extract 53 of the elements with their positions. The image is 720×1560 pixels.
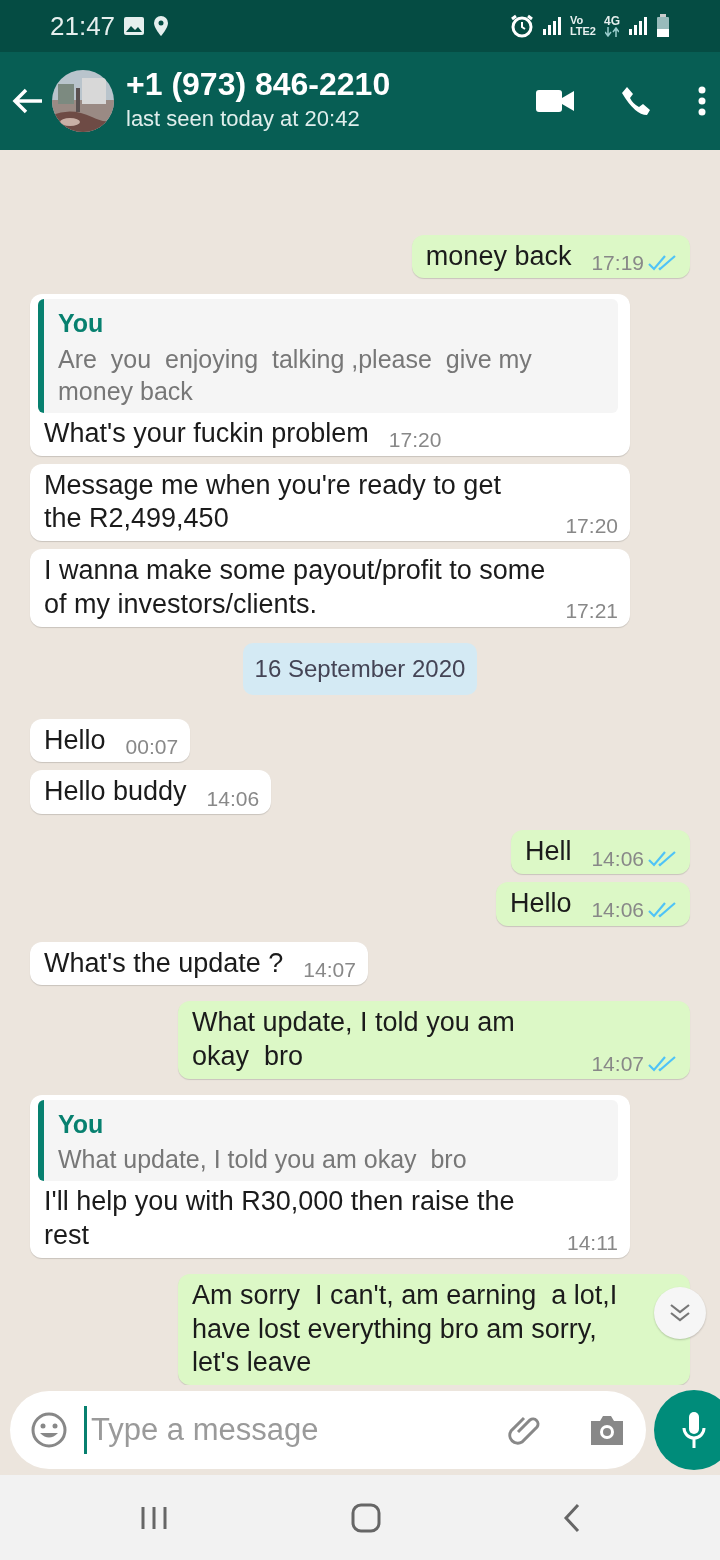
video-call-icon[interactable] (536, 88, 574, 114)
message-text: What update, I told you am okay bro (192, 1006, 516, 1073)
message-time: 14:07 (303, 957, 356, 983)
message-text: What's your fuckin problem (44, 416, 369, 450)
double-chevron-icon (669, 1303, 691, 1323)
volte-label: LTE2 (569, 26, 596, 37)
quote-author: You (58, 308, 105, 340)
quote-author: You (58, 1108, 105, 1140)
message-field[interactable]: Type a message (10, 1391, 646, 1469)
message-text: What's the update ? (44, 946, 284, 980)
scroll-down-button[interactable] (654, 1287, 706, 1339)
emoji-icon[interactable] (30, 1411, 68, 1449)
data-arrows-icon (605, 27, 619, 37)
message-time: 14:06 (591, 897, 644, 924)
clock-time: 21:47 (50, 9, 116, 43)
location-icon (153, 15, 170, 37)
contact-name: +1 (973) 846-2210 (126, 66, 391, 103)
message-text: Hello (44, 723, 106, 757)
image-icon (123, 16, 146, 36)
more-options-icon[interactable] (698, 86, 706, 116)
phone-icon[interactable] (620, 85, 652, 117)
signal-icon (628, 15, 648, 37)
message-time: 14:11 (567, 1229, 618, 1256)
message-time: 17:21 (565, 598, 618, 625)
message-time: 14:06 (206, 785, 260, 812)
recent-apps-icon[interactable] (139, 1504, 169, 1531)
message-time: 17:20 (388, 427, 442, 454)
network-label: 4G (604, 15, 620, 27)
message-time: 00:07 (125, 734, 179, 760)
message-time: 17:19 (591, 250, 644, 276)
quote-text: What update, I told you am okay bro (58, 1144, 468, 1176)
microphone-icon (680, 1410, 708, 1450)
camera-icon[interactable] (588, 1414, 626, 1446)
last-seen-status: last seen today at 20:42 (126, 105, 361, 134)
battery-icon (656, 14, 670, 38)
home-icon[interactable] (351, 1502, 381, 1533)
signal-icon (541, 15, 562, 37)
message-text: I wanna make some payout/profit to some of my investors/clients. (44, 554, 546, 621)
voice-message-button[interactable] (654, 1390, 720, 1470)
message-time: 17:20 (565, 512, 618, 539)
message-time: 14:06 (591, 845, 644, 872)
quote-text: Are you enjoying talking ,please give my money back (58, 343, 533, 407)
volte-label: Vo (569, 15, 585, 26)
message-text: Am sorry I can't, am earning a lot,I have lost everything bro am sorry, let's leave (192, 1278, 619, 1380)
alarm-icon (509, 14, 534, 38)
message-text: Hello buddy (44, 775, 187, 809)
message-time: 14:07 (591, 1050, 644, 1077)
message-text: Hello (509, 886, 572, 920)
message-text: Message me when you're ready to get the R2,499,450 (44, 468, 502, 536)
back-icon[interactable] (563, 1502, 581, 1533)
message-text: Hell (524, 835, 572, 868)
message-text: money back (425, 239, 572, 273)
message-text: I'll help you with R30,000 then raise the rest (44, 1185, 516, 1252)
